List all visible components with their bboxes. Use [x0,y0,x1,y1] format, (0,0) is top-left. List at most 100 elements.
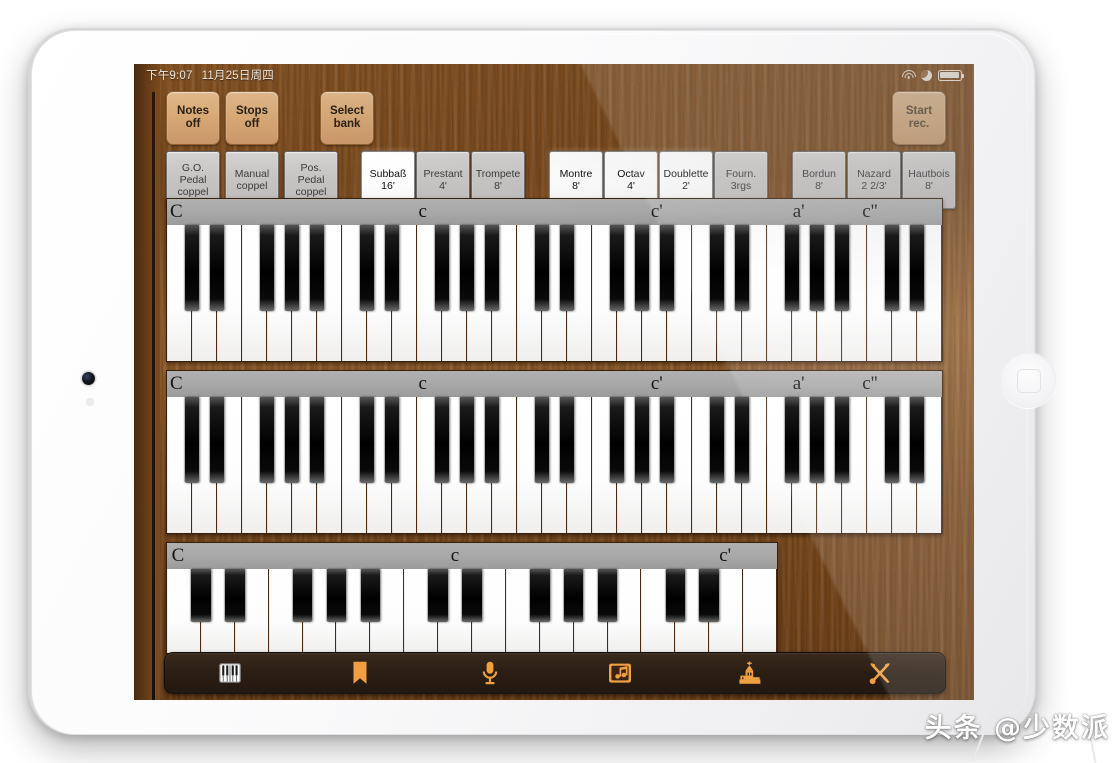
black-key[interactable] [784,225,800,311]
black-key[interactable] [209,225,225,311]
pedal-keyboard[interactable]: Cc c' [166,542,778,654]
black-key[interactable] [360,569,381,623]
black-key[interactable] [634,397,650,483]
ambient-light-sensor-icon [86,398,94,406]
screenshot-root: 下午9:07 11月25日周四 Notes off Stops off Select ba… [0,0,1120,763]
black-key[interactable] [609,225,625,311]
black-key[interactable] [884,225,900,311]
black-key[interactable] [809,397,825,483]
black-key[interactable] [384,225,400,311]
black-key[interactable] [292,569,313,623]
black-key[interactable] [459,225,475,311]
black-key[interactable] [191,569,211,623]
microphone-icon [482,661,498,685]
black-key[interactable] [326,569,347,623]
black-key[interactable] [209,397,225,483]
black-key[interactable] [659,225,675,311]
select-bank-button[interactable]: Select bank [320,91,374,145]
black-key[interactable] [559,397,575,483]
black-key[interactable] [259,225,275,311]
wifi-icon [901,70,916,80]
black-key[interactable] [665,569,686,623]
start-rec-button[interactable]: Start rec. [892,91,946,145]
status-time: 下午9:07 [146,70,193,82]
black-key[interactable] [359,225,375,311]
toolbar-item-library[interactable] [605,660,635,686]
black-key[interactable] [834,397,850,483]
toolbar-item-organs[interactable] [735,660,765,686]
manual-keyboard-upper[interactable]: Cc c' a' c'' [166,198,943,362]
start-rec-line2: rec. [908,118,930,130]
black-key[interactable] [699,569,720,623]
manual-keyboard-upper-keys [167,225,942,361]
black-key[interactable] [434,397,450,483]
black-key[interactable] [534,397,550,483]
note-marker: a' [792,201,805,222]
pedal-keyboard-keys [167,569,777,653]
black-key[interactable] [184,397,200,483]
black-key[interactable] [909,225,925,311]
white-key[interactable] [743,569,777,653]
black-key[interactable] [484,225,500,311]
left-rail-divider [152,92,155,700]
toolbar-item-keyboards[interactable] [215,660,245,686]
note-marker: c' [650,201,663,222]
black-key[interactable] [609,397,625,483]
black-key[interactable] [384,397,400,483]
black-key[interactable] [909,397,925,483]
black-key[interactable] [734,397,750,483]
black-key[interactable] [734,225,750,311]
black-key[interactable] [709,225,725,311]
black-key[interactable] [634,225,650,311]
toolbar-item-settings[interactable] [865,660,895,686]
note-marker: c' [719,545,732,566]
toolbar-item-record[interactable] [475,660,505,686]
notes-off-button[interactable]: Notes off [166,91,220,145]
status-date: 11月25日周四 [201,70,274,82]
black-key[interactable] [659,397,675,483]
black-key[interactable] [434,225,450,311]
black-key[interactable] [784,397,800,483]
battery-icon [938,69,965,81]
black-key[interactable] [309,225,325,311]
do-not-disturb-moon-icon [921,69,932,81]
black-key[interactable] [597,569,618,623]
manual-keyboard-lower-note-label-bar: Cc c' a' c'' [167,371,942,398]
start-rec-line1: Start [905,105,933,117]
black-key[interactable] [709,397,725,483]
manual-keyboard-upper-note-label-bar: Cc c' a' c'' [167,199,942,226]
black-key[interactable] [284,225,300,311]
black-key[interactable] [284,397,300,483]
black-key[interactable] [529,569,550,623]
note-marker: C [171,545,185,566]
black-key[interactable] [559,225,575,311]
black-key[interactable] [462,569,482,623]
status-bar: 下午9:07 11月25日周四 [134,64,974,86]
black-key[interactable] [459,397,475,483]
home-button[interactable] [1000,352,1056,408]
black-key[interactable] [184,225,200,311]
status-bar-right [901,69,965,81]
black-key[interactable] [534,225,550,311]
black-key[interactable] [484,397,500,483]
note-marker: a' [792,373,805,394]
black-key[interactable] [809,225,825,311]
black-key[interactable] [834,225,850,311]
manual-keyboard-lower[interactable]: Cc c' a' c'' [166,370,943,534]
black-key[interactable] [359,397,375,483]
black-key[interactable] [224,569,245,623]
stops-off-button[interactable]: Stops off [225,91,279,145]
black-key[interactable] [428,569,448,623]
note-marker: c'' [862,373,878,394]
black-key[interactable] [309,397,325,483]
black-key[interactable] [259,397,275,483]
black-key[interactable] [884,397,900,483]
note-marker: c' [650,373,663,394]
black-key[interactable] [563,569,584,623]
toolbar-item-bookmarks[interactable] [345,660,375,686]
watermark: 头条 @少数派 [924,713,1110,744]
wood-left-panel [134,64,160,700]
bookmark-icon [352,661,368,685]
note-marker: c [450,545,460,566]
tools-icon [868,661,892,685]
